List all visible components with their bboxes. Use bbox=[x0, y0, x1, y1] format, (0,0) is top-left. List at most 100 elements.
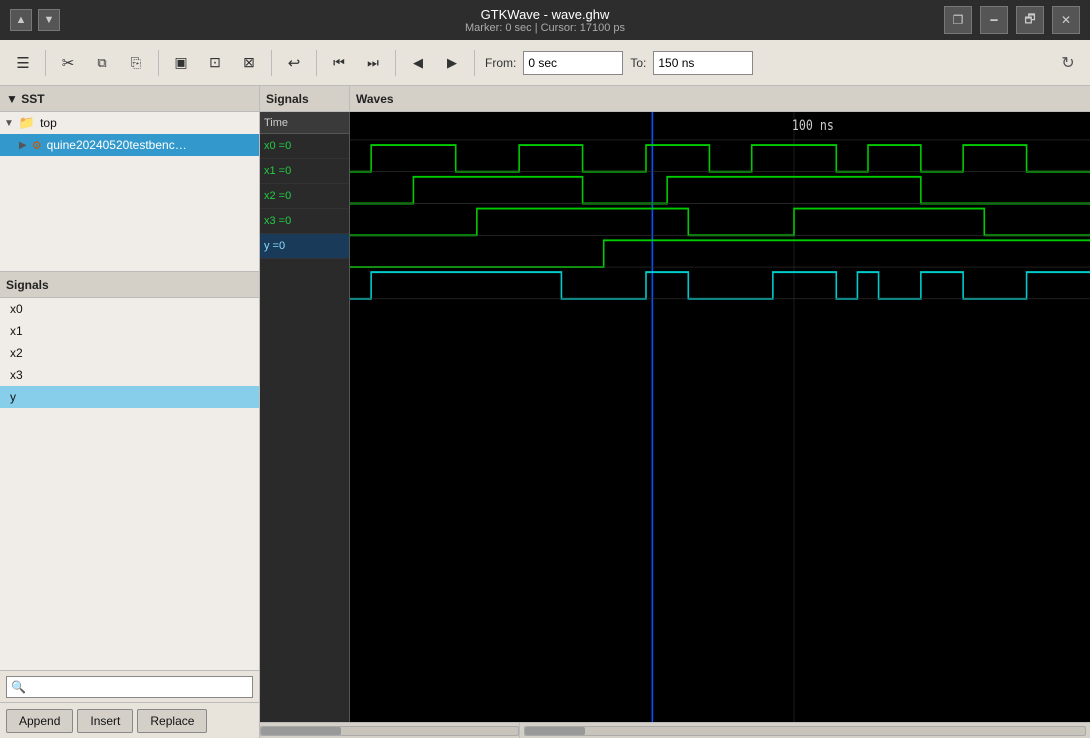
signals-list[interactable]: x0 x1 x2 x3 y bbox=[0, 298, 259, 670]
time-label: Time bbox=[264, 117, 288, 129]
undo-button[interactable]: ↩ bbox=[279, 48, 309, 78]
titlebar-left: ▲ ▼ bbox=[10, 9, 60, 31]
wave-area: Time x0 =0 x1 =0 x2 =0 x3 =0 y =0 bbox=[260, 112, 1090, 722]
paste-button[interactable]: ⎘ bbox=[121, 48, 151, 78]
signals-col-label: Signals bbox=[266, 92, 309, 106]
reload-button[interactable]: ↻ bbox=[1054, 49, 1082, 77]
wave-label-x1: x1 =0 bbox=[264, 165, 291, 177]
signal-item-x1[interactable]: x1 bbox=[0, 320, 259, 342]
wave-label-x0: x0 =0 bbox=[264, 140, 291, 152]
maximize-button[interactable]: 🗗 bbox=[1016, 6, 1044, 34]
toolbar-sep-5 bbox=[395, 50, 396, 76]
close-button[interactable]: ✕ bbox=[1052, 6, 1080, 34]
restore-window-button[interactable]: ❐ bbox=[944, 6, 972, 34]
signal-item-x2[interactable]: x2 bbox=[0, 342, 259, 364]
toolbar-sep-6 bbox=[474, 50, 475, 76]
toolbar-sep-1 bbox=[45, 50, 46, 76]
select-all-button[interactable]: ▣ bbox=[166, 48, 196, 78]
module-icon: ⚙ bbox=[32, 139, 42, 152]
insert-button[interactable]: Insert bbox=[77, 709, 133, 733]
wave-label-x2: x2 =0 bbox=[264, 190, 291, 202]
scroll-up-button[interactable]: ▲ bbox=[10, 9, 32, 31]
sst-label: ▼ SST bbox=[6, 92, 45, 106]
last-button[interactable]: ⏭ bbox=[358, 48, 388, 78]
left-scrollbar-thumb[interactable] bbox=[261, 727, 341, 735]
waves-header-row: Signals Waves bbox=[260, 86, 1090, 112]
prev-button[interactable]: ◀ bbox=[403, 48, 433, 78]
right-scrollbar[interactable] bbox=[520, 723, 1090, 738]
zoom-fit-button[interactable]: ⊡ bbox=[200, 48, 230, 78]
zoom-area-button[interactable]: ⊠ bbox=[234, 48, 264, 78]
right-scrollbar-track[interactable] bbox=[524, 726, 1086, 736]
copy-button[interactable]: ⧉ bbox=[87, 48, 117, 78]
titlebar: ▲ ▼ GTKWave - wave.ghw Marker: 0 sec | C… bbox=[0, 0, 1090, 40]
wave-label-y: y =0 bbox=[264, 240, 285, 252]
signal-label-x1: x1 bbox=[10, 324, 23, 338]
right-panel: Signals Waves Time x0 =0 x1 =0 x2 =0 bbox=[260, 86, 1090, 738]
toolbar: ☰ ✂ ⧉ ⎘ ▣ ⊡ ⊠ ↩ ⏮ ⏭ ◀ ▶ From: To: ↻ bbox=[0, 40, 1090, 86]
signal-label-x3: x3 bbox=[10, 368, 23, 382]
wave-row-x3[interactable]: x3 =0 bbox=[260, 209, 349, 234]
append-button[interactable]: Append bbox=[6, 709, 73, 733]
waves-col-header: Waves bbox=[350, 86, 1090, 111]
scroll-down-button[interactable]: ▼ bbox=[38, 9, 60, 31]
sst-tree[interactable]: ▼ 📁 top ▶ ⚙ quine20240520testbenc… bbox=[0, 112, 259, 272]
from-input[interactable] bbox=[523, 51, 623, 75]
waves-col-label: Waves bbox=[356, 92, 394, 106]
signals-section: Signals x0 x1 x2 x3 y bbox=[0, 272, 259, 738]
tree-item-quine[interactable]: ▶ ⚙ quine20240520testbenc… bbox=[0, 134, 259, 156]
main-layout: ▼ SST ▼ 📁 top ▶ ⚙ quine20240520testbenc…… bbox=[0, 86, 1090, 738]
first-button[interactable]: ⏮ bbox=[324, 48, 354, 78]
left-panel: ▼ SST ▼ 📁 top ▶ ⚙ quine20240520testbenc…… bbox=[0, 86, 260, 738]
search-bar: 🔍 bbox=[0, 670, 259, 702]
wave-row-y[interactable]: y =0 bbox=[260, 234, 349, 259]
chevron-right-icon: ▶ bbox=[19, 140, 27, 151]
bottom-scrollbar-area bbox=[260, 722, 1090, 738]
signal-label-x0: x0 bbox=[10, 302, 23, 316]
search-icon: 🔍 bbox=[11, 680, 26, 694]
signal-names-col: Time x0 =0 x1 =0 x2 =0 x3 =0 y =0 bbox=[260, 112, 350, 722]
cut-button[interactable]: ✂ bbox=[53, 48, 83, 78]
right-scrollbar-thumb[interactable] bbox=[525, 727, 585, 735]
menu-button[interactable]: ☰ bbox=[8, 48, 38, 78]
window-title: GTKWave - wave.ghw bbox=[465, 7, 625, 22]
wave-row-x1[interactable]: x1 =0 bbox=[260, 159, 349, 184]
tree-item-label: top bbox=[40, 116, 57, 130]
minimize-button[interactable]: 🗕 bbox=[980, 6, 1008, 34]
waveform-canvas: 100 ns bbox=[350, 112, 1090, 722]
svg-text:100 ns: 100 ns bbox=[792, 118, 834, 134]
search-input[interactable] bbox=[30, 680, 248, 694]
signals-col-header: Signals bbox=[260, 86, 350, 111]
canvas-area[interactable]: 100 ns bbox=[350, 112, 1090, 722]
bottom-buttons: Append Insert Replace bbox=[0, 702, 259, 738]
to-input[interactable] bbox=[653, 51, 753, 75]
left-scrollbar-track[interactable] bbox=[260, 726, 519, 736]
time-row: Time bbox=[260, 112, 349, 134]
next-button[interactable]: ▶ bbox=[437, 48, 467, 78]
window-controls: ❐ 🗕 🗗 ✕ bbox=[944, 6, 1080, 34]
wave-row-x2[interactable]: x2 =0 bbox=[260, 184, 349, 209]
window-subtitle: Marker: 0 sec | Cursor: 17100 ps bbox=[465, 22, 625, 34]
signal-label-x2: x2 bbox=[10, 346, 23, 360]
left-scrollbar[interactable] bbox=[260, 723, 520, 738]
signals-header: Signals bbox=[0, 272, 259, 298]
to-label: To: bbox=[630, 56, 646, 70]
sst-header: ▼ SST bbox=[0, 86, 259, 112]
replace-button[interactable]: Replace bbox=[137, 709, 207, 733]
wave-label-x3: x3 =0 bbox=[264, 215, 291, 227]
wave-row-x0[interactable]: x0 =0 bbox=[260, 134, 349, 159]
signal-label-y: y bbox=[10, 390, 16, 404]
folder-icon: 📁 bbox=[19, 115, 35, 131]
signal-item-x3[interactable]: x3 bbox=[0, 364, 259, 386]
tree-item-label-quine: quine20240520testbenc… bbox=[47, 138, 187, 152]
toolbar-sep-4 bbox=[316, 50, 317, 76]
search-input-wrap[interactable]: 🔍 bbox=[6, 676, 253, 698]
chevron-down-icon: ▼ bbox=[4, 118, 14, 129]
titlebar-center: GTKWave - wave.ghw Marker: 0 sec | Curso… bbox=[465, 7, 625, 34]
toolbar-sep-2 bbox=[158, 50, 159, 76]
signals-label: Signals bbox=[6, 278, 49, 292]
signal-item-y[interactable]: y bbox=[0, 386, 259, 408]
toolbar-sep-3 bbox=[271, 50, 272, 76]
tree-item-top[interactable]: ▼ 📁 top bbox=[0, 112, 259, 134]
signal-item-x0[interactable]: x0 bbox=[0, 298, 259, 320]
